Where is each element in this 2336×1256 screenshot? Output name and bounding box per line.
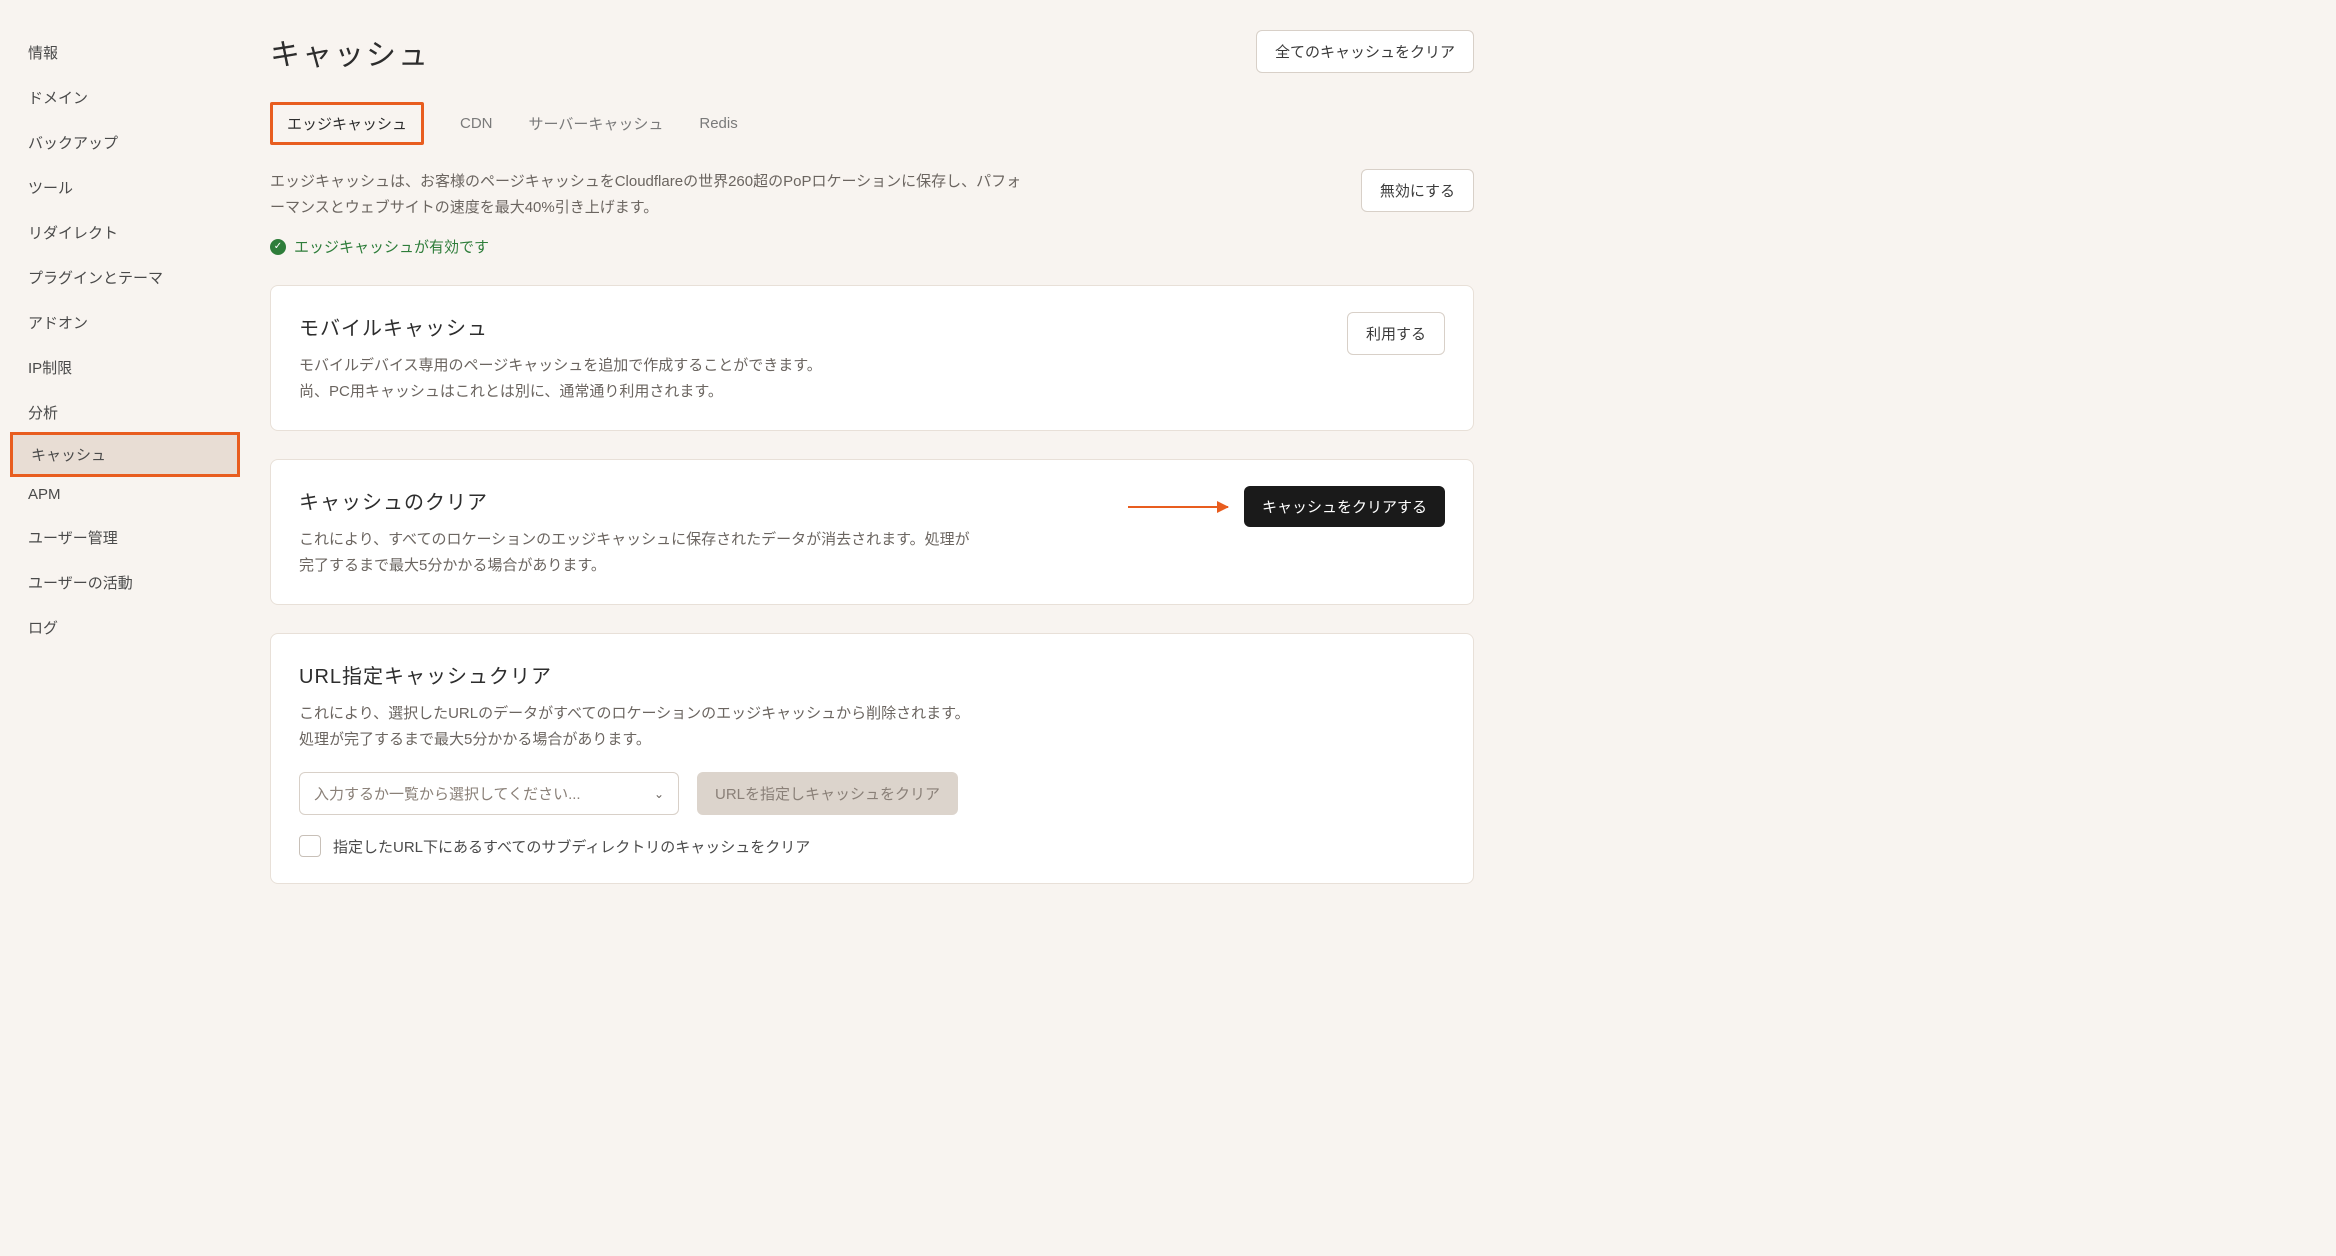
subdirectory-checkbox[interactable] xyxy=(299,835,321,857)
main-content: キャッシュ 全てのキャッシュをクリア エッジキャッシュ CDN サーバーキャッシ… xyxy=(250,0,1510,1256)
mobile-desc-line2: 尚、PC用キャッシュはこれとは別に、通常通り利用されます。 xyxy=(299,383,723,400)
tab-edge-cache[interactable]: エッジキャッシュ xyxy=(270,102,424,145)
tab-redis[interactable]: Redis xyxy=(699,107,737,140)
tab-server-cache[interactable]: サーバーキャッシュ xyxy=(529,105,664,142)
clear-all-cache-button[interactable]: 全てのキャッシュをクリア xyxy=(1256,30,1474,73)
edge-description: エッジキャッシュは、お客様のページキャッシュをCloudflareの世界260超… xyxy=(270,169,1030,220)
chevron-down-icon: ⌄ xyxy=(654,787,664,801)
edge-status-text: エッジキャッシュが有効です xyxy=(294,236,489,257)
page-title: キャッシュ xyxy=(270,30,430,74)
tabs: エッジキャッシュ CDN サーバーキャッシュ Redis xyxy=(270,102,1474,145)
page-header: キャッシュ 全てのキャッシュをクリア xyxy=(270,30,1474,74)
subdirectory-checkbox-row[interactable]: 指定したURL下にあるすべてのサブディレクトリのキャッシュをクリア xyxy=(299,835,1445,857)
clear-url-cache-button[interactable]: URLを指定しキャッシュをクリア xyxy=(697,772,958,815)
sidebar-item-cache[interactable]: キャッシュ xyxy=(10,432,240,477)
sidebar-item-ip-restriction[interactable]: IP制限 xyxy=(0,345,250,390)
sidebar-item-logs[interactable]: ログ xyxy=(0,605,250,650)
enable-mobile-cache-button[interactable]: 利用する xyxy=(1347,312,1445,355)
url-select-input[interactable]: 入力するか一覧から選択してください... ⌄ xyxy=(299,772,679,815)
url-clear-card: URL指定キャッシュクリア これにより、選択したURLのデータがすべてのロケーシ… xyxy=(270,633,1474,884)
sidebar-item-user-activity[interactable]: ユーザーの活動 xyxy=(0,560,250,605)
sidebar-item-analytics[interactable]: 分析 xyxy=(0,390,250,435)
sidebar-item-user-management[interactable]: ユーザー管理 xyxy=(0,515,250,560)
disable-edge-button[interactable]: 無効にする xyxy=(1361,169,1474,212)
clear-cache-desc: これにより、すべてのロケーションのエッジキャッシュに保存されたデータが消去されま… xyxy=(299,527,979,578)
check-circle-icon: ✓ xyxy=(270,239,286,255)
sidebar-item-redirect[interactable]: リダイレクト xyxy=(0,210,250,255)
sidebar-item-backup[interactable]: バックアップ xyxy=(0,120,250,165)
sidebar-item-apm[interactable]: APM xyxy=(0,474,250,515)
sidebar-item-addons[interactable]: アドオン xyxy=(0,300,250,345)
clear-cache-card: キャッシュのクリア これにより、すべてのロケーションのエッジキャッシュに保存され… xyxy=(270,459,1474,605)
arrow-right-icon xyxy=(1128,506,1228,508)
sidebar-item-info[interactable]: 情報 xyxy=(0,30,250,75)
mobile-desc-line1: モバイルデバイス専用のページキャッシュを追加で作成することができます。 xyxy=(299,357,822,374)
sidebar-item-plugins-themes[interactable]: プラグインとテーマ xyxy=(0,255,250,300)
url-select-placeholder: 入力するか一覧から選択してください... xyxy=(314,783,581,804)
sidebar-item-tools[interactable]: ツール xyxy=(0,165,250,210)
sidebar-item-domain[interactable]: ドメイン xyxy=(0,75,250,120)
clear-cache-button[interactable]: キャッシュをクリアする xyxy=(1244,486,1445,527)
mobile-cache-title: モバイルキャッシュ xyxy=(299,312,822,341)
edge-status: ✓ エッジキャッシュが有効です xyxy=(270,236,1474,257)
sidebar: 情報 ドメイン バックアップ ツール リダイレクト プラグインとテーマ アドオン… xyxy=(0,0,250,1256)
url-clear-desc: これにより、選択したURLのデータがすべてのロケーションのエッジキャッシュから削… xyxy=(299,701,979,752)
mobile-cache-desc: モバイルデバイス専用のページキャッシュを追加で作成することができます。 尚、PC… xyxy=(299,353,822,404)
subdirectory-checkbox-label: 指定したURL下にあるすべてのサブディレクトリのキャッシュをクリア xyxy=(333,836,810,857)
edge-intro-row: エッジキャッシュは、お客様のページキャッシュをCloudflareの世界260超… xyxy=(270,169,1474,220)
clear-cache-title: キャッシュのクリア xyxy=(299,486,979,515)
url-clear-title: URL指定キャッシュクリア xyxy=(299,660,1445,689)
tab-cdn[interactable]: CDN xyxy=(460,107,493,140)
mobile-cache-card: モバイルキャッシュ モバイルデバイス専用のページキャッシュを追加で作成することが… xyxy=(270,285,1474,431)
